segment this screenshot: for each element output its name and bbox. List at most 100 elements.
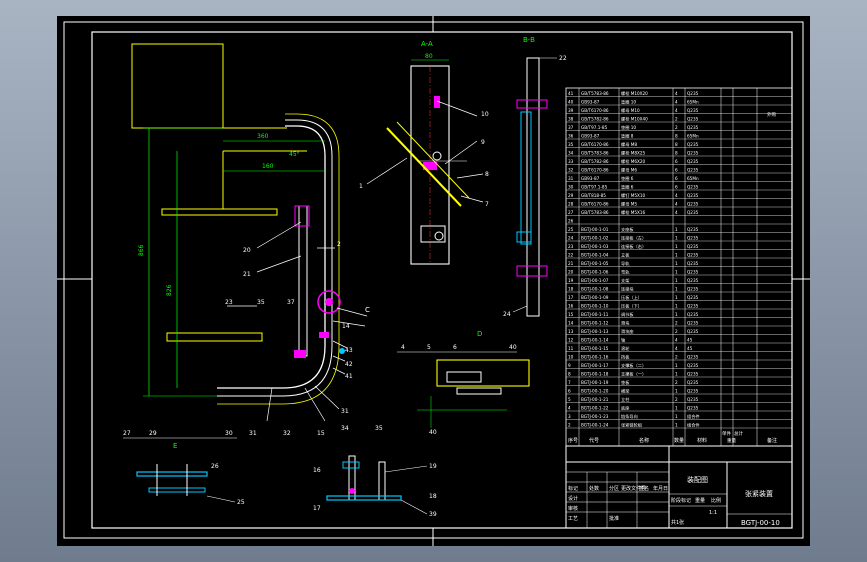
bom-row-material: 65Mn <box>687 134 699 139</box>
bom-row-qty: 1 <box>675 312 678 317</box>
bom-row-qty: 1 <box>675 414 678 419</box>
bom-row-name: 螺栓 M8X25 <box>621 150 646 157</box>
bom-row-material: Q235 <box>687 91 699 96</box>
bom-note: 外购 <box>767 111 776 118</box>
bom-row-qty: 1 <box>675 389 678 394</box>
detail-e: 27 29 30 31 E 26 25 <box>123 430 257 506</box>
tb-sign-2: 工艺 <box>568 516 578 522</box>
bom-row-code: GB/T5783-86 <box>581 91 609 96</box>
bom-row-seq: 40 <box>568 100 574 105</box>
bom-row-seq: 5 <box>568 397 571 402</box>
callout-39: 39 <box>429 511 437 518</box>
bom-row-seq: 23 <box>568 244 574 249</box>
bom-row-material: 45 <box>687 338 693 343</box>
section-a-label: A-A <box>421 40 433 48</box>
bom-row-material: Q235 <box>687 406 699 411</box>
bom-row-code: GB/T5782-86 <box>581 117 609 122</box>
bom-row-qty: 1 <box>675 278 678 283</box>
bom-row-qty: 4 <box>675 193 678 198</box>
bom-row-material: Q235 <box>687 159 699 164</box>
bom-row-name: 支撑板（一） <box>621 371 646 378</box>
bom-row-seq: 18 <box>568 287 574 292</box>
bom-row-seq: 41 <box>568 91 574 96</box>
bom-row-seq: 37 <box>568 125 574 130</box>
bom-row-qty: 2 <box>675 117 678 122</box>
bom-row-material: 组合件 <box>687 413 700 420</box>
callout-29: 29 <box>149 430 157 437</box>
bom-row-qty: 1 <box>675 295 678 300</box>
bom-row-code: BGTJ-00-1-06 <box>581 270 609 275</box>
bom-row-name: 轴 <box>621 337 625 344</box>
bom-row-seq: 33 <box>568 159 574 164</box>
bom-row-name: 底座 <box>621 405 629 412</box>
bom-row-seq: 28 <box>568 202 574 207</box>
callout-18: 18 <box>429 493 437 500</box>
bom-row-material: Q235 <box>687 372 699 377</box>
bom-row-seq: 25 <box>568 227 574 232</box>
tb-sign-0: 设计 <box>568 495 578 502</box>
bom-row-material: Q235 <box>687 210 699 215</box>
bom-row-material: Q235 <box>687 321 699 326</box>
tb-sign-1: 审核 <box>568 505 578 512</box>
bom-row-name: 压板（下） <box>621 303 642 310</box>
bom-row-qty: 4 <box>675 210 678 215</box>
bom-row-qty: 4 <box>675 202 678 207</box>
bom-row-name: 垫圈 6 <box>621 184 634 191</box>
bom-row-seq: 34 <box>568 151 574 156</box>
callout-25: 25 <box>237 499 245 506</box>
bom-row-seq: 14 <box>568 321 574 326</box>
bom-header-total: 总计 <box>734 430 743 437</box>
bom-row-code: BGTJ-00-1-05 <box>581 261 609 266</box>
detail-e-label: E <box>173 442 177 450</box>
bom-row-code: GB93-87 <box>581 100 600 105</box>
callout-40b: 40 <box>429 429 437 436</box>
bom-row-seq: 32 <box>568 168 574 173</box>
bom-row-code: BGTJ-00-1-15 <box>581 346 609 351</box>
bom-row-material: Q235 <box>687 397 699 402</box>
bom-row-material: Q235 <box>687 261 699 266</box>
bom-row-qty: 1 <box>675 261 678 266</box>
bom-row-code: BGTJ-00-1-17 <box>581 363 609 368</box>
bom-row-code: BGTJ-00-1-11 <box>581 312 609 317</box>
bom-row-qty: 2 <box>675 397 678 402</box>
section-b-view: B-B 22 24 <box>503 36 567 318</box>
tb-scale: 1:1 <box>709 510 717 516</box>
bom-row-seq: 8 <box>568 372 571 377</box>
bom-row-seq: 27 <box>568 210 574 215</box>
bom-row-code: BGTJ-00-1-18 <box>581 372 609 377</box>
bom-row-qty: 2 <box>675 125 678 130</box>
callout-15: 15 <box>317 430 325 437</box>
cad-drawing: 866 826 360 160 45° 20 21 23 35 37 2 14 <box>57 16 810 546</box>
bom-row-material: Q235 <box>687 380 699 385</box>
bom-row-code: GB/T6170-86 <box>581 168 609 173</box>
bom-header-qty: 数量 <box>674 437 684 444</box>
bom-row-code: BGTJ-00-1-21 <box>581 397 609 402</box>
callout-41: 41 <box>345 373 353 380</box>
bom-row-material: Q235 <box>687 312 699 317</box>
bom-row-material: Q235 <box>687 304 699 309</box>
bom-row-qty: 4 <box>675 91 678 96</box>
bom-row-code: BGTJ-00-1-03 <box>581 244 609 249</box>
bom-row-seq: 16 <box>568 304 574 309</box>
callout-30: 30 <box>225 430 233 437</box>
bom-row-material: Q235 <box>687 278 699 283</box>
bom-row-name: 垫板 <box>621 379 630 386</box>
vertical-post <box>526 57 540 317</box>
callout-17: 17 <box>313 505 321 512</box>
lower-shelf <box>166 332 263 342</box>
bom-row-seq: 19 <box>568 278 574 283</box>
callout-42: 42 <box>345 361 353 368</box>
bom-row-code: GB/T5782-86 <box>581 159 609 164</box>
bom-row-material: Q235 <box>687 355 699 360</box>
bom-row-seq: 22 <box>568 253 574 258</box>
angled-bracket <box>386 127 462 207</box>
callout-5: 5 <box>427 344 431 351</box>
bom-row-name: 滚轮 <box>621 345 630 352</box>
bom-row-qty: 1 <box>675 253 678 258</box>
bom-row-code: BGTJ-00-1-23 <box>581 414 609 419</box>
bom-row-qty: 1 <box>675 287 678 292</box>
callout-24: 24 <box>503 311 511 318</box>
callout-16: 16 <box>313 467 321 474</box>
title-block: 标记 处数 分区 更改文件号 签名 年月日 设计 审核 工艺 批准 阶段标记 重… <box>565 445 793 529</box>
bom-row-name: 导轨 <box>621 260 630 267</box>
